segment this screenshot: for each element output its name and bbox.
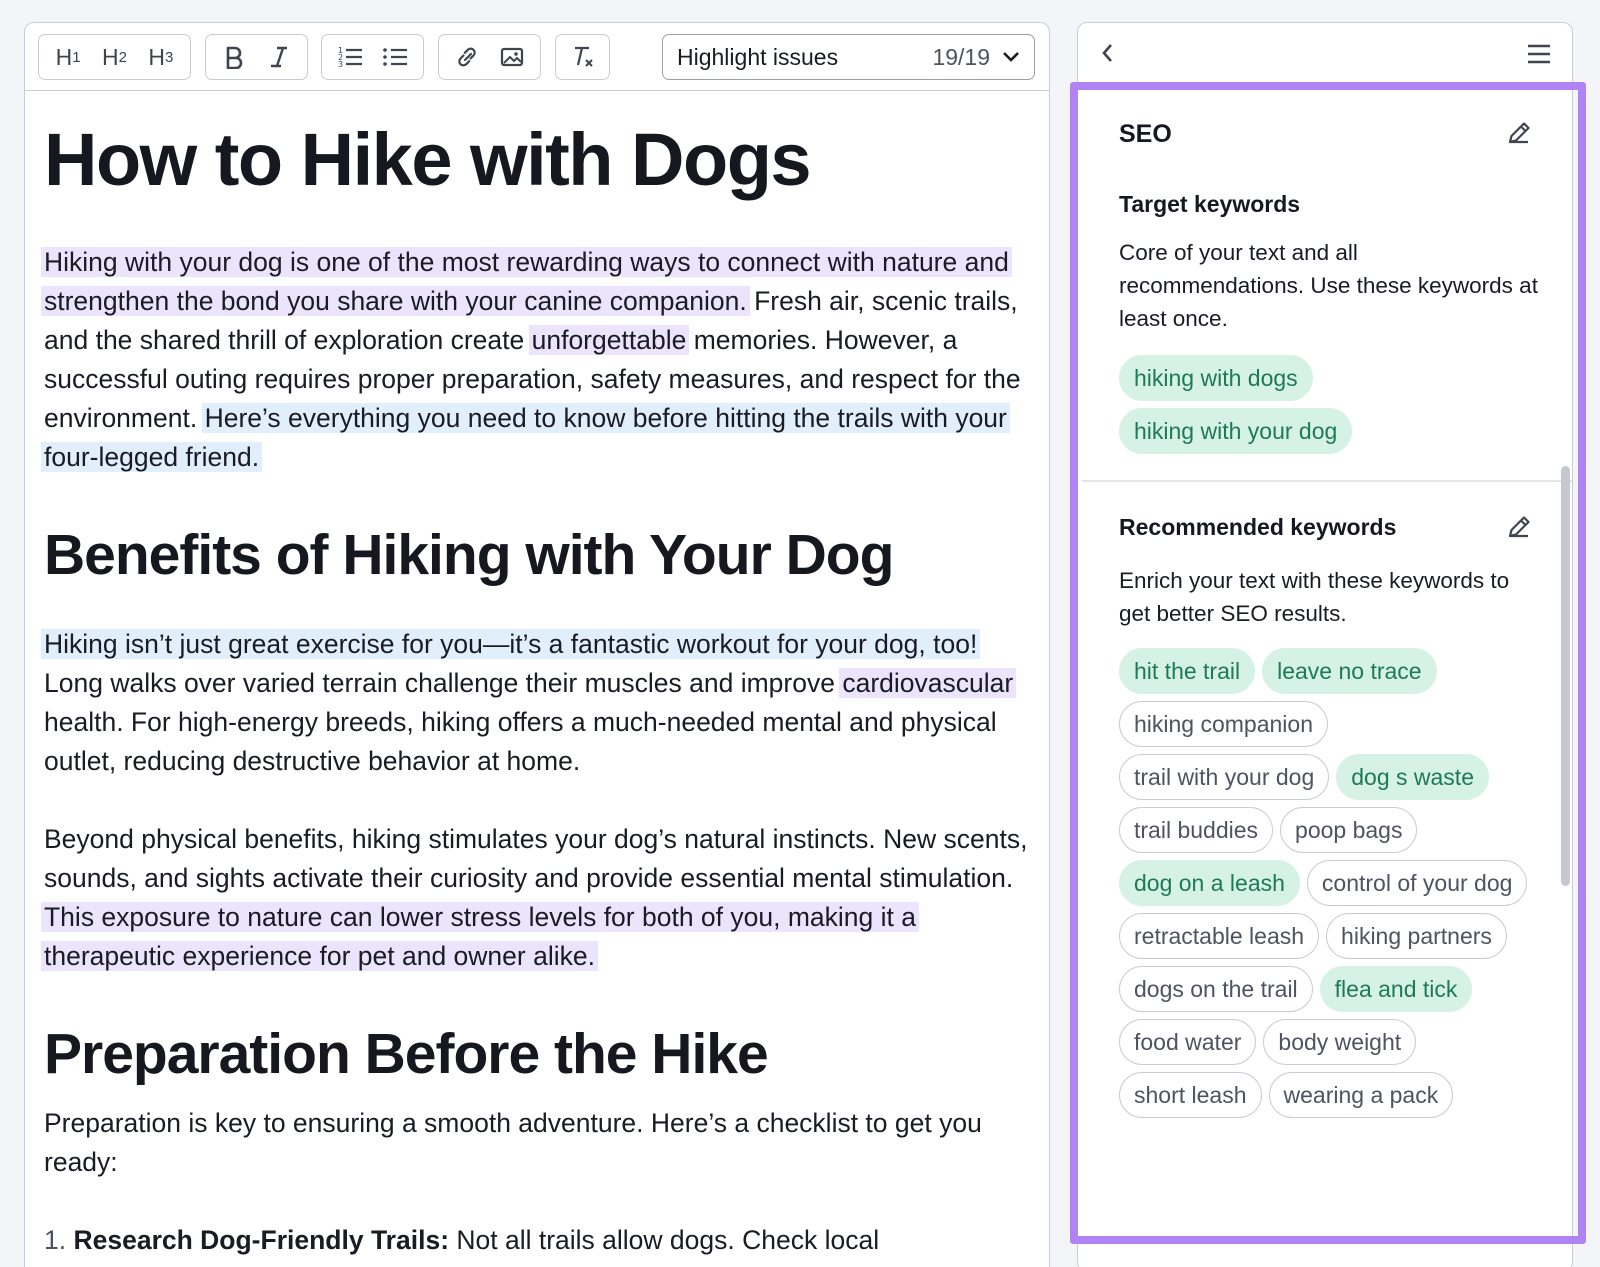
- heading-1-sub: 1: [72, 48, 81, 66]
- heading-preparation: Preparation Before the Hike: [44, 1022, 769, 1086]
- highlight-issue[interactable]: Hiking isn’t just great exercise for you…: [41, 629, 981, 659]
- text-style-group: [205, 34, 308, 80]
- target-keyword-row: hiking with your dog: [1119, 408, 1539, 461]
- document-title: How to Hike with Dogs: [44, 118, 812, 201]
- highlight-issue[interactable]: unforgettable: [528, 325, 690, 355]
- paragraph-intro: Hiking with your dog is one of the most …: [41, 243, 1034, 477]
- clear-format-icon: [574, 46, 593, 67]
- recommended-keywords-description: Enrich your text with these keywords to …: [1119, 568, 1510, 626]
- edit-recommended-button[interactable]: [1505, 513, 1533, 546]
- target-keyword-chip[interactable]: hiking with your dog: [1119, 408, 1353, 454]
- edit-seo-button[interactable]: [1505, 119, 1533, 152]
- list-item-bold: Research Dog-Friendly Trails:: [73, 1225, 450, 1255]
- recommended-keyword-chip[interactable]: hit the trail: [1119, 648, 1256, 694]
- highlight-issue[interactable]: cardiovascular: [839, 668, 1017, 698]
- recommended-keyword-chip[interactable]: hiking companion: [1119, 701, 1329, 747]
- recommended-keyword-chip[interactable]: flea and tick: [1319, 966, 1473, 1012]
- bold-button[interactable]: [214, 39, 254, 75]
- editor-panel: H1 H2 H3 123 Highlight issues 19/19 How …: [24, 22, 1050, 1267]
- target-keyword-chip[interactable]: hiking with dogs: [1119, 355, 1313, 401]
- back-button[interactable]: [1098, 41, 1118, 70]
- recommended-keyword-chip[interactable]: leave no trace: [1262, 648, 1437, 694]
- target-keywords-list: hiking with dogs hiking with your dog: [1119, 355, 1539, 461]
- chevron-down-icon: [1003, 52, 1019, 62]
- recommended-keyword-chip[interactable]: food water: [1119, 1019, 1257, 1065]
- image-button[interactable]: [492, 39, 532, 75]
- highlight-issues-count: 19/19: [932, 43, 990, 70]
- pencil-icon: [1508, 516, 1530, 538]
- recommended-keyword-chip[interactable]: control of your dog: [1306, 860, 1528, 906]
- image-icon: [500, 47, 523, 67]
- paragraph-text: health. For high-energy breeds, hiking o…: [44, 707, 997, 776]
- ordered-list-icon: 123: [338, 46, 363, 69]
- heading-2-label: H: [102, 43, 119, 70]
- heading-2-button[interactable]: H2: [91, 39, 137, 75]
- menu-button[interactable]: [1526, 43, 1552, 70]
- recommended-keyword-chip[interactable]: dogs on the trail: [1119, 966, 1313, 1012]
- recommended-keyword-chip[interactable]: wearing a pack: [1268, 1072, 1454, 1118]
- menu-icon: [1528, 44, 1550, 64]
- clear-format-button[interactable]: [563, 39, 603, 75]
- recommended-keyword-chip[interactable]: retractable leash: [1119, 913, 1320, 959]
- list-item: 1. Research Dog-Friendly Trails: Not all…: [44, 1221, 1034, 1260]
- recommended-keyword-chip[interactable]: short leash: [1119, 1072, 1262, 1118]
- recommended-keyword-chip[interactable]: trail with your dog: [1119, 754, 1330, 800]
- bold-icon: [226, 46, 243, 69]
- italic-button[interactable]: [259, 39, 299, 75]
- highlight-issues-select[interactable]: Highlight issues 19/19: [662, 34, 1035, 80]
- recommended-keyword-chip[interactable]: dog on a leash: [1119, 860, 1300, 906]
- heading-3-sub: 3: [164, 48, 174, 66]
- heading-group: H1 H2 H3: [38, 34, 191, 80]
- heading-1-label: H: [55, 43, 73, 70]
- section-divider: [1082, 480, 1572, 482]
- recommended-keyword-chip[interactable]: body weight: [1263, 1019, 1417, 1065]
- recommended-keyword-chip[interactable]: trail buddies: [1119, 807, 1274, 853]
- ordered-list-button[interactable]: 123: [330, 39, 370, 75]
- heading-3-label: H: [148, 43, 165, 70]
- paragraph-preparation: Preparation is key to ensuring a smooth …: [44, 1108, 982, 1177]
- paragraph-text: Long walks over varied terrain challenge…: [44, 668, 843, 698]
- insert-group: [438, 34, 541, 80]
- bullet-list-icon: [382, 48, 407, 66]
- chevron-left-icon: [1102, 44, 1112, 62]
- pencil-icon: [1508, 122, 1530, 144]
- recommended-keywords-title: Recommended keywords: [1119, 514, 1397, 540]
- bullet-list-button[interactable]: [375, 39, 415, 75]
- svg-text:3: 3: [338, 60, 343, 69]
- sidebar-header: [1078, 23, 1572, 87]
- link-icon: [458, 47, 477, 67]
- paragraph-benefits: Hiking isn’t just great exercise for you…: [41, 625, 1034, 781]
- clear-group: [555, 34, 610, 80]
- document-body[interactable]: How to Hike with Dogs Hiking with your d…: [41, 91, 1034, 1260]
- list-item-text: Not all trails allow dogs. Check local: [449, 1225, 880, 1255]
- heading-1-button[interactable]: H1: [45, 39, 91, 75]
- recommended-keyword-chip[interactable]: dog s waste: [1336, 754, 1489, 800]
- list-number: 1.: [44, 1225, 67, 1255]
- sidebar-scrollbar[interactable]: [1561, 466, 1570, 886]
- heading-2-sub: 2: [118, 48, 127, 66]
- paragraph-text: Beyond physical benefits, hiking stimula…: [44, 824, 1028, 893]
- recommended-keyword-chip[interactable]: poop bags: [1280, 807, 1418, 853]
- editor-toolbar: H1 H2 H3 123 Highlight issues 19/19: [25, 23, 1049, 91]
- target-keyword-row: hiking with dogs: [1119, 355, 1539, 408]
- highlight-issue[interactable]: This exposure to nature can lower stress…: [41, 902, 919, 971]
- target-keywords-description: Core of your text and all recommendation…: [1119, 240, 1538, 331]
- link-button[interactable]: [447, 39, 487, 75]
- heading-benefits: Benefits of Hiking with Your Dog: [44, 523, 894, 587]
- heading-3-button[interactable]: H3: [138, 39, 184, 75]
- highlight-issues-label: Highlight issues: [677, 43, 839, 70]
- seo-section-title: SEO: [1119, 120, 1172, 148]
- list-group: 123: [321, 34, 424, 80]
- paragraph-beyond: Beyond physical benefits, hiking stimula…: [41, 820, 1034, 976]
- target-keywords-title: Target keywords: [1119, 191, 1301, 217]
- recommended-keyword-chip[interactable]: hiking partners: [1326, 913, 1507, 959]
- recommended-keywords-list: hit the trail leave no trace hiking compan…: [1119, 648, 1539, 1118]
- italic-icon: [270, 46, 287, 68]
